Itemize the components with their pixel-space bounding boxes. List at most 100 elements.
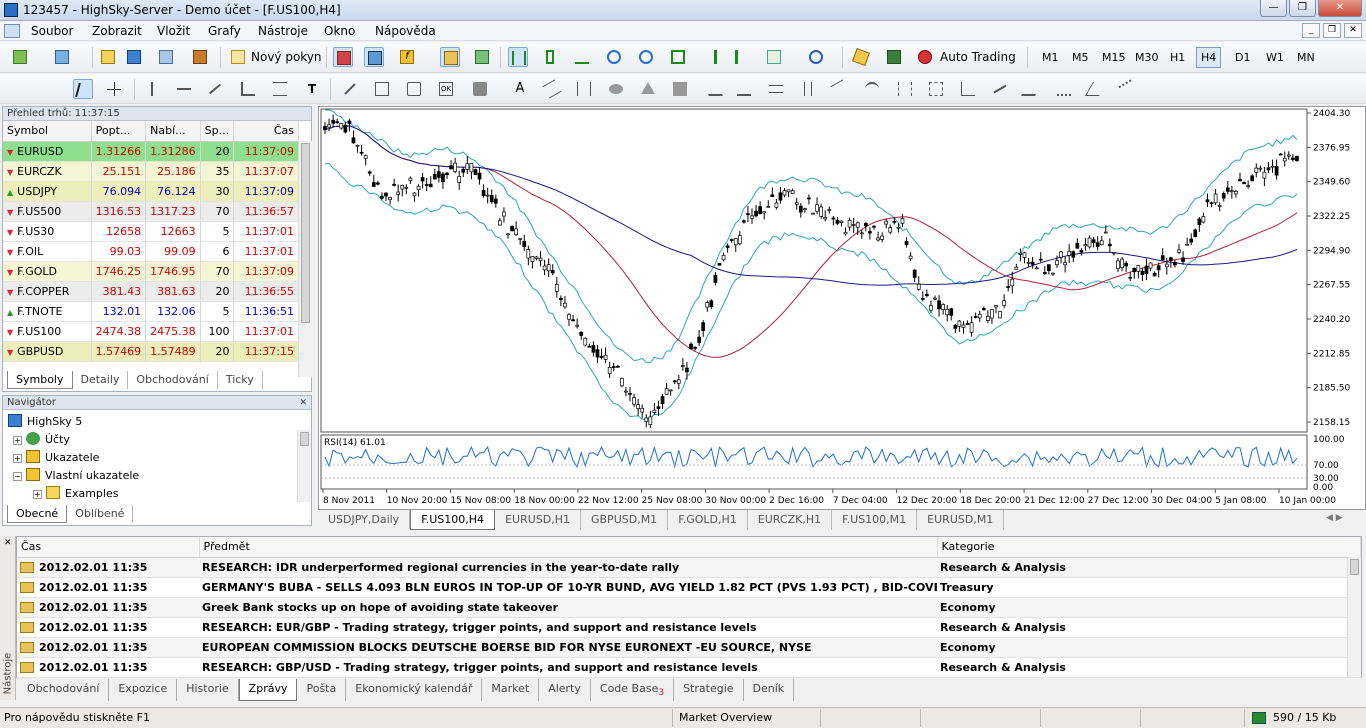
terminal-icon[interactable] — [190, 47, 210, 67]
terminal-tab[interactable]: Obchodování — [18, 679, 110, 702]
channel-icon[interactable] — [270, 79, 290, 99]
terminal-tab[interactable]: Ekonomický kalendář — [346, 679, 483, 702]
timeframe-w1[interactable]: W1 — [1261, 47, 1289, 68]
fibo-channel-icon[interactable] — [895, 79, 915, 99]
label-icon[interactable] — [372, 79, 392, 99]
news-scrollbar[interactable] — [1347, 557, 1361, 677]
tab-symboly[interactable]: Symboly — [7, 371, 73, 389]
chart-tab[interactable]: F.US100,H4 — [410, 510, 496, 530]
andrews-pitchfork-icon[interactable] — [542, 79, 562, 99]
maximize-button[interactable]: ❐ — [1289, 0, 1316, 17]
autoscroll-chart-icon[interactable] — [732, 47, 752, 67]
fibo-timezones-icon[interactable] — [798, 79, 818, 99]
arrow-label-icon[interactable] — [404, 79, 424, 99]
chart-shift-icon[interactable] — [364, 47, 384, 67]
navigator-icon[interactable] — [156, 47, 176, 67]
chart-tab[interactable]: F.GOLD,H1 — [668, 510, 748, 530]
menu-grafy[interactable]: Grafy — [208, 24, 241, 38]
shift-end-icon[interactable] — [700, 47, 720, 67]
market-watch-row[interactable]: F.OIL99.0399.09611:37:01 — [3, 241, 299, 261]
scrollbar-thumb[interactable] — [1350, 559, 1359, 575]
nav-item-terminal[interactable]: HighSky 5 — [8, 414, 82, 428]
candlestick-icon[interactable] — [540, 47, 560, 67]
rsi-area[interactable] — [320, 434, 1308, 490]
terminal-tab[interactable]: Expozice — [109, 679, 178, 702]
tab-detaily[interactable]: Detaily — [73, 371, 129, 389]
rectangle-icon[interactable] — [670, 79, 690, 99]
chart-tab[interactable]: EURCZK,H1 — [748, 510, 833, 530]
text-label-icon[interactable]: A — [510, 79, 530, 99]
timeframe-h4[interactable]: H4 — [1196, 47, 1222, 68]
meta-editor-icon[interactable] — [884, 47, 904, 67]
market-watch-row[interactable]: F.US1002474.382475.3810011:37:01 — [3, 321, 299, 341]
menu-vlozit[interactable]: Vložit — [157, 24, 190, 38]
text-tool-icon[interactable]: T — [302, 79, 322, 99]
news-row[interactable]: 2012.02.01 11:35 RESEARCH: GBP/USD - Trad… — [17, 657, 1361, 678]
horizontal-line-icon[interactable] — [174, 79, 194, 99]
indicators-icon[interactable]: f — [397, 47, 417, 67]
chart-tabs-scroll[interactable]: ◀ ▶ — [1326, 513, 1343, 523]
indicator-list-icon[interactable] — [764, 47, 784, 67]
market-watch-icon[interactable] — [98, 47, 118, 67]
triangle-icon[interactable] — [638, 79, 658, 99]
gann-grid-icon[interactable] — [926, 79, 946, 99]
expand-icon[interactable]: + — [13, 454, 22, 463]
menu-napoveda[interactable]: Nápověda — [375, 24, 436, 38]
trend-line-icon[interactable] — [205, 79, 225, 99]
close-icon[interactable]: ✕ — [299, 396, 307, 410]
news-row[interactable]: 2012.02.01 11:35 RESEARCH: EUR/GBP - Trad… — [17, 617, 1361, 638]
news-col-time[interactable]: Čas — [17, 537, 200, 558]
timeframe-m15[interactable]: M15 — [1097, 47, 1131, 68]
chart-tab[interactable]: F.US100,M1 — [832, 510, 918, 530]
vertical-line-icon[interactable] — [142, 79, 162, 99]
periodicity-icon[interactable] — [440, 47, 460, 67]
navigator-scrollbar[interactable] — [297, 430, 311, 502]
terminal-tab[interactable]: Alerty — [539, 679, 591, 702]
ellipse-icon[interactable] — [606, 79, 626, 99]
zigzag-icon[interactable] — [1054, 79, 1074, 99]
timeframe-m5[interactable]: M5 — [1067, 47, 1094, 68]
tile-windows-icon[interactable] — [668, 47, 688, 67]
clock-icon[interactable] — [806, 47, 826, 67]
elliott-impulse-icon[interactable] — [734, 79, 754, 99]
menu-okno[interactable]: Okno — [324, 24, 355, 38]
auto-trading-icon[interactable] — [915, 47, 935, 67]
market-watch-row[interactable]: USDJPY76.09476.1243011:37:09 — [3, 181, 299, 201]
col-symbol[interactable]: Symbol — [3, 121, 92, 142]
market-watch-row[interactable]: EURUSD1.312661.312862011:37:09 — [3, 141, 299, 161]
market-watch-row[interactable]: F.GOLD1746.251746.957011:37:09 — [3, 261, 299, 281]
zoom-in-icon[interactable] — [604, 47, 624, 67]
fibo-arcs-icon[interactable] — [862, 79, 882, 99]
news-col-category[interactable]: Kategorie — [937, 537, 1361, 558]
ok-label-icon[interactable]: OK — [436, 79, 456, 99]
more-tools-icon[interactable] — [1118, 79, 1138, 99]
terminal-tab[interactable]: Pošta — [297, 679, 347, 702]
new-order-button[interactable]: Nový pokyn — [251, 50, 322, 64]
menu-nastroje[interactable]: Nástroje — [258, 24, 308, 38]
cursor-icon[interactable] — [73, 79, 93, 99]
mdi-close-button[interactable]: ✕ — [1344, 23, 1362, 38]
col-spread[interactable]: Sp... — [200, 121, 235, 142]
timeframe-m30[interactable]: M30 — [1130, 47, 1164, 68]
price-chart[interactable]: 2404.30 2376.95 2349.60 2322.25 2294.90 2267.… — [319, 107, 1365, 509]
chart-window-icon[interactable] — [4, 24, 20, 38]
chart-tab[interactable]: EURUSD,M1 — [917, 510, 1005, 530]
market-watch-row[interactable]: F.COPPER381.43381.632011:36:55 — [3, 281, 299, 301]
nav-item-custom-indicators[interactable]: − Vlastní ukazatele — [13, 468, 139, 482]
elliott-wave-icon[interactable] — [700, 79, 724, 99]
chart-window[interactable]: 2404.30 2376.95 2349.60 2322.25 2294.90 2267.… — [318, 106, 1366, 510]
terminal-tab[interactable]: Deník — [744, 679, 795, 702]
scrollbar-thumb[interactable] — [301, 143, 310, 323]
mdi-minimize-button[interactable]: _ — [1302, 23, 1320, 38]
tab-ticky[interactable]: Ticky — [218, 371, 263, 389]
profiles-icon[interactable] — [52, 47, 72, 67]
terminal-tab[interactable]: Code Base3 — [591, 679, 675, 702]
abcd-pattern-icon[interactable] — [1020, 79, 1044, 99]
timeframe-m1[interactable]: M1 — [1037, 47, 1064, 68]
col-ask[interactable]: Nabí... — [145, 121, 201, 142]
close-icon[interactable]: ✕ — [4, 538, 12, 548]
chart-tab[interactable]: GBPUSD,M1 — [581, 510, 669, 530]
market-watch-row[interactable]: F.TNOTE132.01132.06511:36:51 — [3, 301, 299, 321]
terminal-tab[interactable]: Zprávy — [238, 679, 298, 702]
col-bid[interactable]: Popt... — [91, 121, 147, 142]
